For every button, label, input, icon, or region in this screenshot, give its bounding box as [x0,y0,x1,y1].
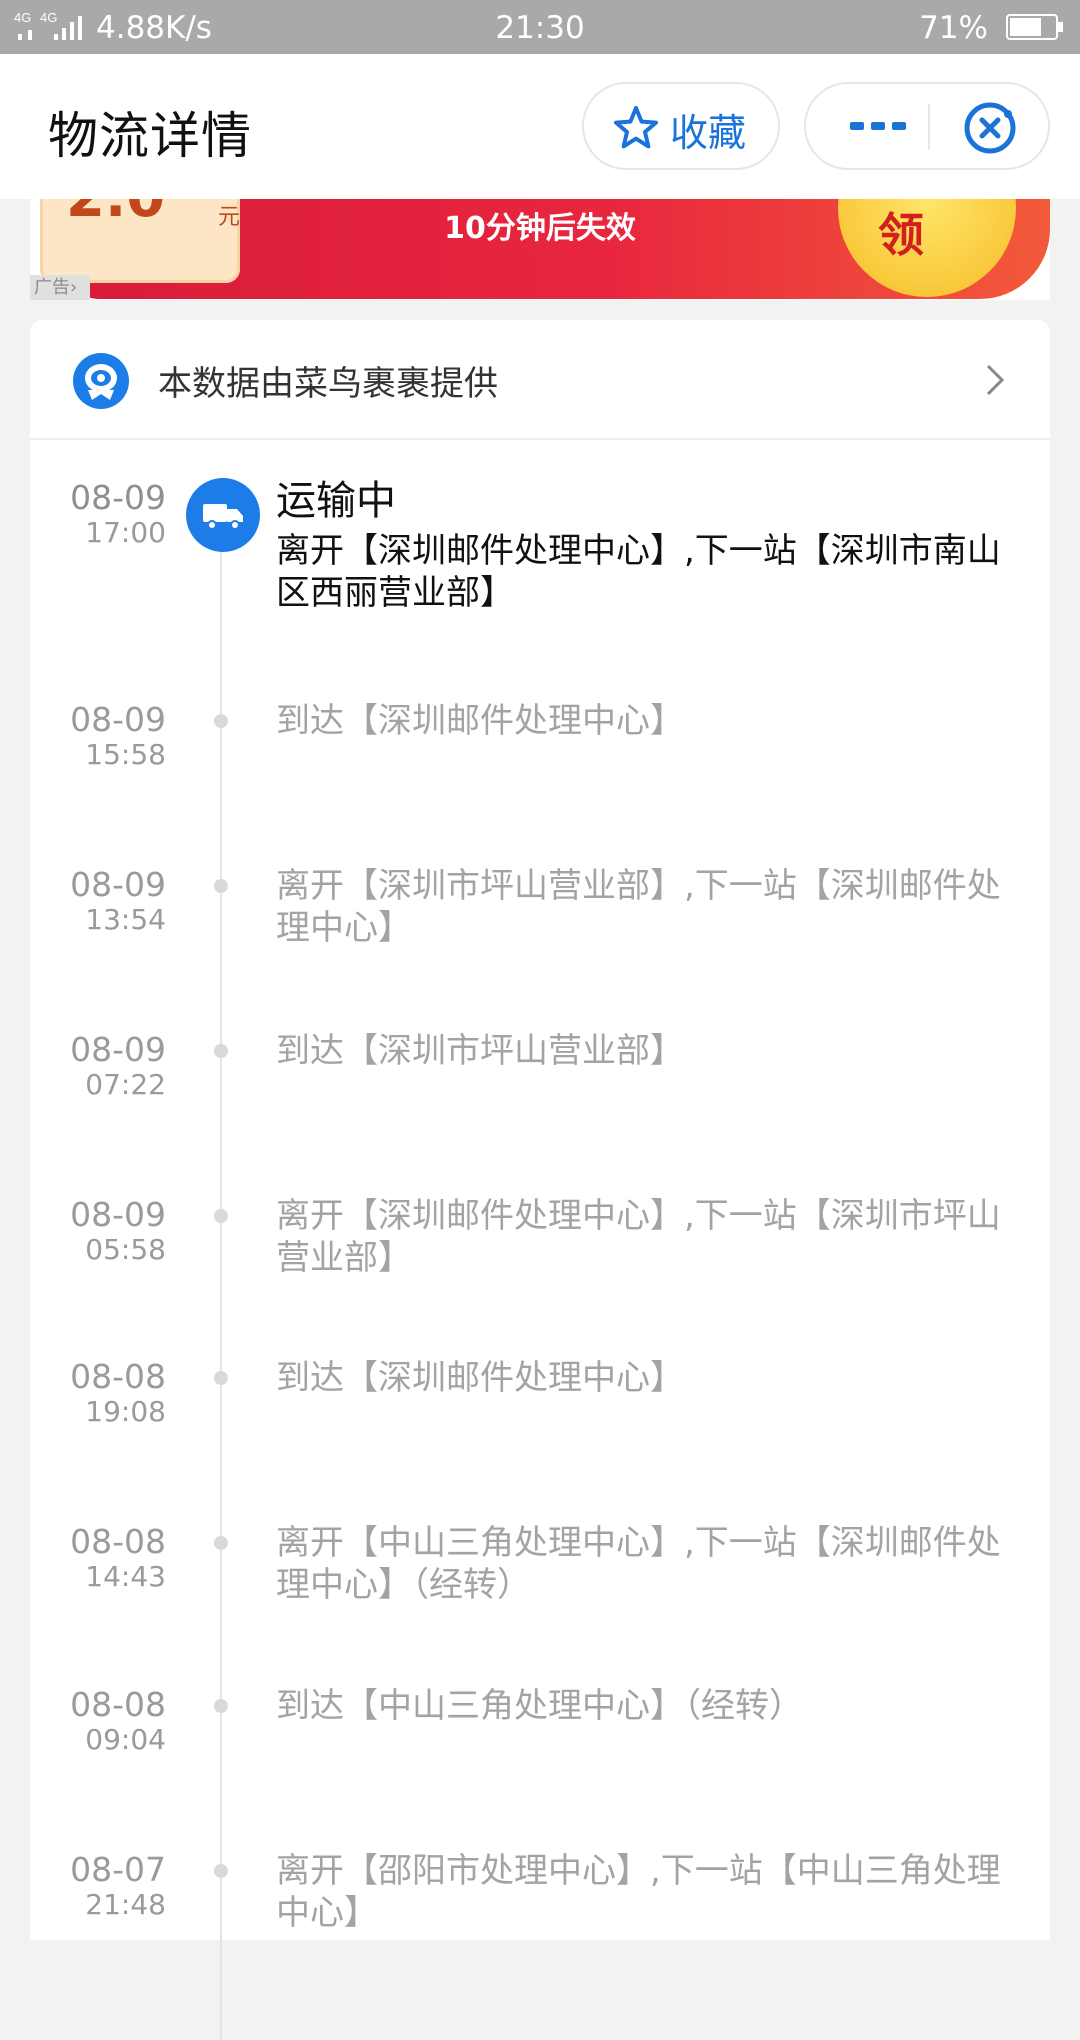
event-date: 08-09 [70,478,166,517]
event-description: 离开【深圳邮件处理中心】,下一站【深圳市南山区西丽营业部】 [276,531,1001,613]
event-time: 14:43 [85,1560,166,1593]
event-description: 离开【深圳邮件处理中心】,下一站【深圳市坪山营业部】 [276,1196,1001,1278]
more-icon[interactable] [846,112,910,140]
event-date: 08-08 [70,1685,166,1724]
event-description: 到达【深圳邮件处理中心】 [276,701,684,741]
timeline-line [220,540,222,2040]
event-date: 08-09 [70,1195,166,1234]
event-time: 19:08 [85,1395,166,1428]
capsule-menu [804,82,1050,170]
page-header: 物流详情 收藏 [0,54,1080,199]
ad-tag: 广告› [30,275,90,300]
event-time: 13:54 [85,903,166,936]
page-title: 物流详情 [48,107,252,165]
star-icon [614,106,658,149]
status-bar: 4G 4G 4.88K/s 21:30 71% [0,0,1080,54]
event-description: 离开【中山三角处理中心】,下一站【深圳邮件处理中心】（经转） [276,1523,1001,1605]
favorite-label: 收藏 [670,111,747,155]
event-date: 08-08 [70,1357,166,1396]
event-description: 到达【中山三角处理中心】（经转） [276,1686,803,1726]
timeline-dot [214,1209,228,1223]
event-date: 08-09 [70,700,166,739]
event-date: 08-08 [70,1522,166,1561]
cainiao-logo-icon [73,353,129,409]
event-time: 09:04 [85,1723,166,1756]
logistics-card: 本数据由菜鸟裹裹提供 08-09 17:00 运输中 离开【深圳邮件处理中心】,下一站… [30,320,1050,2040]
timeline-dot [214,1864,228,1878]
data-provider-text: 本数据由菜鸟裹裹提供 [158,364,498,404]
favorite-button[interactable]: 收藏 [582,82,780,170]
event-description: 到达【深圳邮件处理中心】 [276,1358,684,1398]
timeline-dot [214,1371,228,1385]
event-description: 到达【深圳市坪山营业部】 [276,1031,684,1071]
truck-icon [186,478,260,552]
event-time: 15:58 [85,738,166,771]
event-date: 08-09 [70,1030,166,1069]
close-icon[interactable] [962,100,1018,156]
clock: 21:30 [495,10,585,46]
timeline-dot [214,1536,228,1550]
battery-percent: 71% [919,10,988,46]
event-description: 离开【邵阳市处理中心】,下一站【中山三角处理中心】 [276,1851,1001,1933]
timeline-dot [214,714,228,728]
event-description: 离开【深圳市坪山营业部】,下一站【深圳邮件处理中心】 [276,866,1001,948]
timeline-dot [214,1699,228,1713]
battery-icon [1006,14,1063,40]
timeline-dot [214,1044,228,1058]
ad-banner[interactable]: 2.0 元 10分钟后失效 领 广告› [30,199,1050,300]
event-time: 17:00 [85,516,166,549]
data-provider-row[interactable]: 本数据由菜鸟裹裹提供 [30,320,1050,440]
event-date: 08-07 [70,1850,166,1889]
chevron-right-icon [986,364,1005,396]
timeline-dot [214,879,228,893]
event-date: 08-09 [70,865,166,904]
capsule-divider [928,104,930,150]
claim-label: 领 [878,208,924,262]
event-status: 运输中 [276,478,396,524]
event-time: 07:22 [85,1068,166,1101]
event-time: 21:48 [85,1888,166,1921]
event-time: 05:58 [85,1233,166,1266]
